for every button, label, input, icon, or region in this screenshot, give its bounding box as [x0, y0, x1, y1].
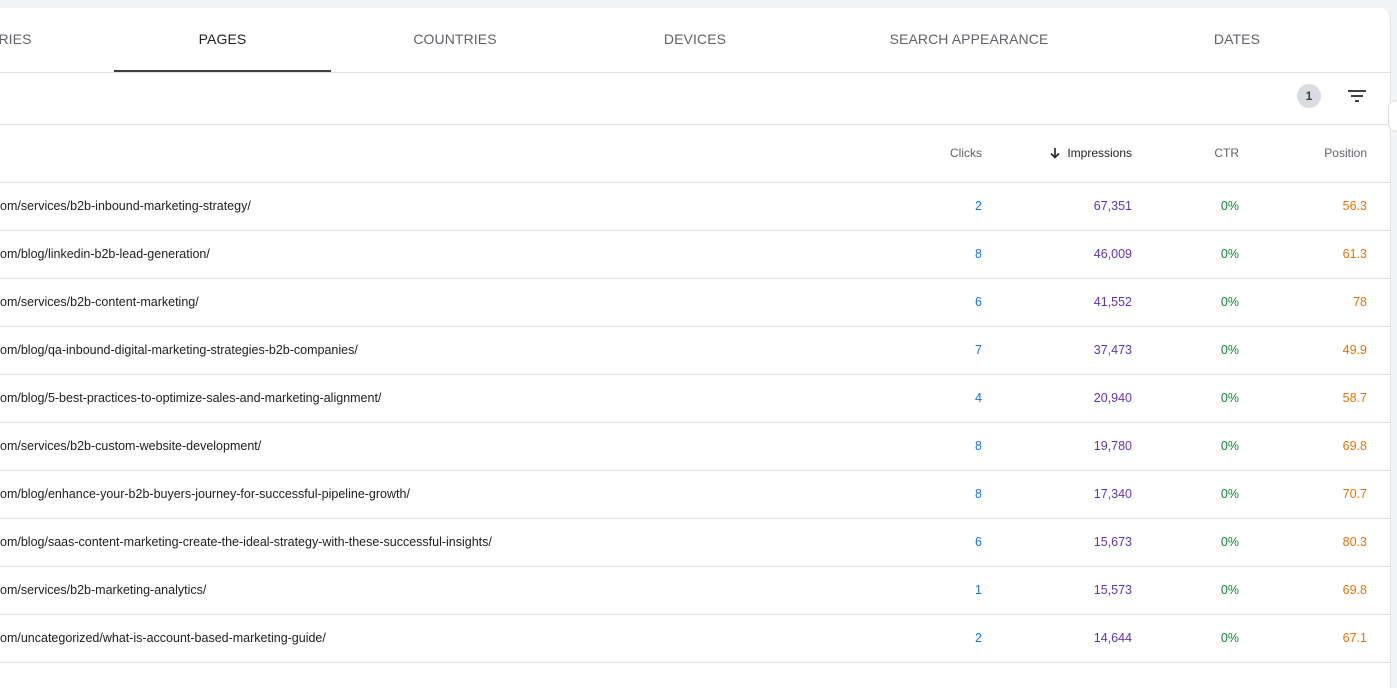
position-value: 61.3 — [1342, 247, 1367, 261]
ctr-value: 0% — [1220, 487, 1239, 501]
impressions-value: 46,009 — [1093, 247, 1132, 261]
ctr-value: 0% — [1220, 583, 1239, 597]
ctr-value: 0% — [1220, 631, 1239, 645]
ctr-value: 0% — [1220, 343, 1239, 357]
impressions-header-label: Impressions — [1067, 146, 1132, 160]
impressions-value: 37,473 — [1093, 343, 1132, 357]
page-url[interactable]: om/services/b2b-marketing-analytics/ — [0, 567, 206, 614]
impressions-value: 19,780 — [1093, 439, 1132, 453]
table-row[interactable]: om/services/b2b-custom-website-developme… — [0, 423, 1390, 471]
tab-search-appearance[interactable]: SEARCH APPEARANCE — [855, 8, 1083, 72]
impressions-value: 41,552 — [1093, 295, 1132, 309]
ctr-value: 0% — [1220, 199, 1239, 213]
position-column-header[interactable]: Position — [1287, 125, 1367, 182]
clicks-value: 6 — [975, 295, 982, 309]
table-body: om/services/b2b-inbound-marketing-strate… — [0, 183, 1390, 663]
page-url[interactable]: om/blog/enhance-your-b2b-buyers-journey-… — [0, 471, 410, 518]
dimension-tabs: RIES PAGES COUNTRIES DEVICES SEARCH APPE… — [0, 8, 1390, 73]
clicks-value: 8 — [975, 439, 982, 453]
table-row[interactable]: om/blog/5-best-practices-to-optimize-sal… — [0, 375, 1390, 423]
filter-button[interactable] — [1345, 84, 1369, 108]
report-card: RIES PAGES COUNTRIES DEVICES SEARCH APPE… — [0, 8, 1391, 688]
table-row[interactable]: om/services/b2b-content-marketing/ 6 41,… — [0, 279, 1390, 327]
position-value: 70.7 — [1342, 487, 1367, 501]
impressions-value: 17,340 — [1093, 487, 1132, 501]
ctr-value: 0% — [1220, 247, 1239, 261]
table-row[interactable]: om/services/b2b-inbound-marketing-strate… — [0, 183, 1390, 231]
page-url[interactable]: om/blog/5-best-practices-to-optimize-sal… — [0, 375, 381, 422]
page-url[interactable]: om/services/b2b-custom-website-developme… — [0, 423, 261, 470]
ctr-value: 0% — [1220, 391, 1239, 405]
ctr-value: 0% — [1220, 295, 1239, 309]
impressions-column-header[interactable]: Impressions — [1012, 125, 1132, 182]
clicks-value: 2 — [975, 631, 982, 645]
position-value: 78 — [1353, 295, 1367, 309]
page-url[interactable]: om/services/b2b-content-marketing/ — [0, 279, 199, 326]
arrow-down-icon — [1050, 147, 1060, 159]
page-url[interactable]: om/blog/qa-inbound-digital-marketing-str… — [0, 327, 358, 374]
table-row[interactable]: om/uncategorized/what-is-account-based-m… — [0, 615, 1390, 663]
side-panel-toggle[interactable] — [1388, 100, 1397, 132]
ctr-column-header[interactable]: CTR — [1159, 125, 1239, 182]
tab-countries[interactable]: COUNTRIES — [355, 8, 555, 72]
table-toolbar: 1 — [0, 73, 1390, 125]
table-header: Clicks Impressions CTR Position — [0, 125, 1390, 183]
page-url[interactable]: om/blog/saas-content-marketing-create-th… — [0, 519, 492, 566]
clicks-value: 8 — [975, 247, 982, 261]
clicks-column-header[interactable]: Clicks — [902, 125, 982, 182]
active-filter-count-badge: 1 — [1297, 84, 1321, 108]
table-row[interactable]: om/blog/linkedin-b2b-lead-generation/ 8 … — [0, 231, 1390, 279]
impressions-value: 15,673 — [1093, 535, 1132, 549]
tab-dates[interactable]: DATES — [1137, 8, 1337, 72]
position-value: 58.7 — [1342, 391, 1367, 405]
filter-list-icon — [1348, 90, 1366, 102]
clicks-value: 4 — [975, 391, 982, 405]
tab-devices[interactable]: DEVICES — [595, 8, 795, 72]
table-row[interactable]: om/blog/enhance-your-b2b-buyers-journey-… — [0, 471, 1390, 519]
impressions-value: 67,351 — [1093, 199, 1132, 213]
table-row[interactable]: om/services/b2b-marketing-analytics/ 1 1… — [0, 567, 1390, 615]
position-value: 69.8 — [1342, 583, 1367, 597]
clicks-value: 6 — [975, 535, 982, 549]
clicks-value: 8 — [975, 487, 982, 501]
page-url[interactable]: om/blog/linkedin-b2b-lead-generation/ — [0, 231, 210, 278]
table-row[interactable]: om/blog/qa-inbound-digital-marketing-str… — [0, 327, 1390, 375]
ctr-value: 0% — [1220, 535, 1239, 549]
tab-pages[interactable]: PAGES — [114, 8, 331, 72]
page-url[interactable]: om/services/b2b-inbound-marketing-strate… — [0, 183, 251, 230]
tab-queries[interactable]: RIES — [0, 8, 50, 72]
impressions-value: 20,940 — [1093, 391, 1132, 405]
position-value: 80.3 — [1342, 535, 1367, 549]
position-value: 56.3 — [1342, 199, 1367, 213]
impressions-value: 15,573 — [1093, 583, 1132, 597]
position-value: 69.8 — [1342, 439, 1367, 453]
clicks-value: 7 — [975, 343, 982, 357]
ctr-value: 0% — [1220, 439, 1239, 453]
clicks-value: 2 — [975, 199, 982, 213]
table-row[interactable]: om/blog/saas-content-marketing-create-th… — [0, 519, 1390, 567]
position-value: 67.1 — [1342, 631, 1367, 645]
impressions-value: 14,644 — [1093, 631, 1132, 645]
clicks-value: 1 — [975, 583, 982, 597]
position-value: 49.9 — [1342, 343, 1367, 357]
page-url[interactable]: om/uncategorized/what-is-account-based-m… — [0, 615, 326, 662]
